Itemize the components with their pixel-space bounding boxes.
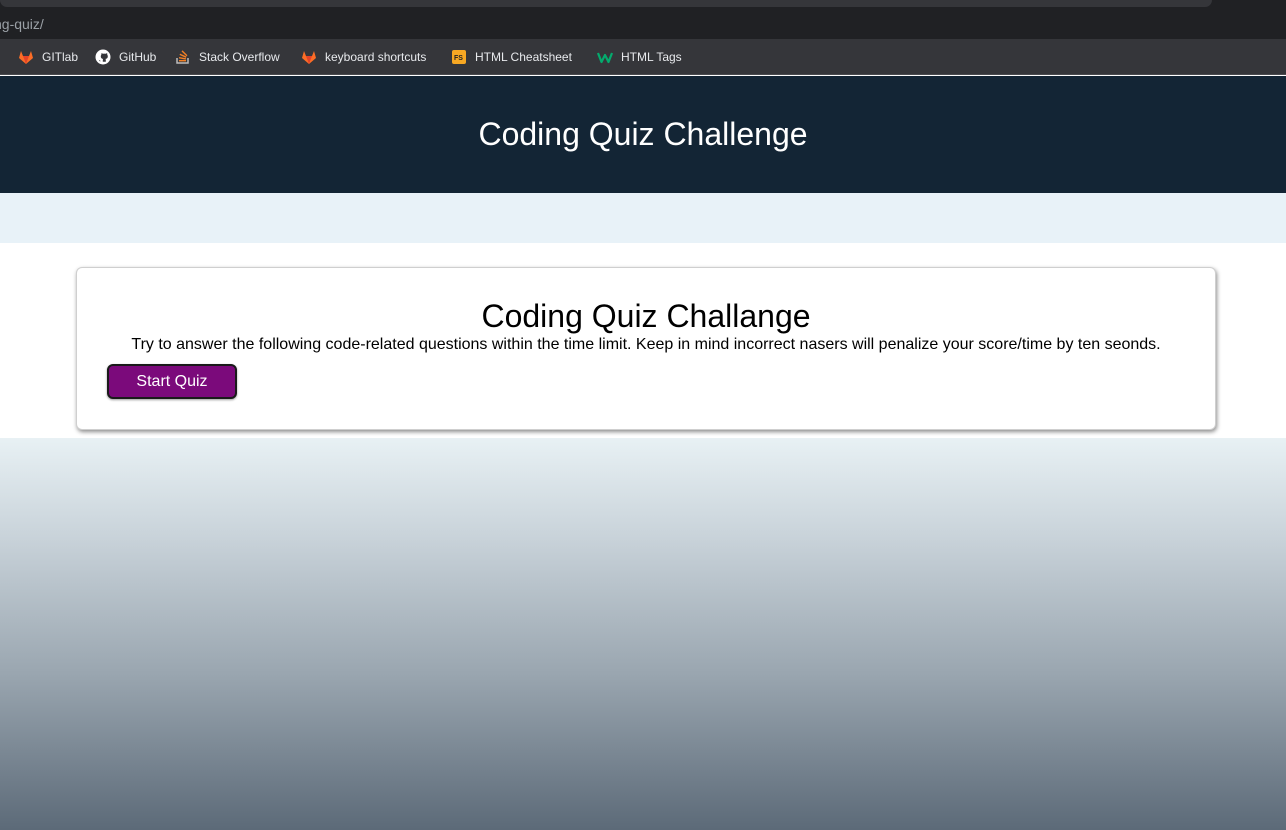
bookmark-label: HTML Cheatsheet (475, 50, 572, 64)
quiz-instructions: Try to answer the following code-related… (131, 336, 1161, 353)
bookmark-html-cheatsheet[interactable]: FS HTML Cheatsheet (451, 39, 572, 75)
address-bar[interactable]: ng-quiz/ (0, 10, 1286, 39)
bookmarks-bar: GITlab GitHub Stack Overflow keyboard sh… (0, 39, 1286, 99)
w3-icon (597, 52, 613, 64)
bookmark-label: HTML Tags (621, 50, 682, 64)
github-icon (95, 49, 111, 65)
bookmark-html-tags[interactable]: HTML Tags (597, 39, 682, 75)
active-tab[interactable] (0, 0, 1212, 7)
bookmark-github[interactable]: GitHub (95, 39, 156, 75)
cheatsheet-icon: FS (452, 50, 466, 64)
page-title: Coding Quiz Challenge (478, 116, 808, 152)
svg-text:FS: FS (454, 55, 463, 62)
bookmark-label: GITlab (42, 50, 79, 64)
bookmark-gitlab[interactable]: GITlab (18, 39, 78, 75)
start-quiz-button[interactable]: Start Quiz (107, 364, 237, 399)
bookmark-label: keyboard shortcuts (325, 50, 427, 64)
header-spacer-band (0, 193, 1286, 243)
bookmark-stack-overflow[interactable]: Stack Overflow (175, 39, 280, 75)
stackoverflow-icon (176, 50, 189, 64)
address-bar-url: ng-quiz/ (0, 16, 44, 32)
gitlab-icon (302, 51, 316, 64)
page-background-gradient (0, 438, 1286, 830)
page-header: Coding Quiz Challenge (0, 76, 1286, 193)
browser-tab-strip (0, 0, 1286, 10)
quiz-intro-card: Coding Quiz Challange Try to answer the … (76, 267, 1216, 430)
gitlab-icon (19, 51, 33, 64)
quiz-card-title: Coding Quiz Challange (481, 298, 811, 334)
bookmark-keyboard-shortcuts[interactable]: keyboard shortcuts (301, 39, 426, 75)
bookmark-label: Stack Overflow (199, 50, 280, 64)
bookmark-label: GitHub (119, 50, 157, 64)
